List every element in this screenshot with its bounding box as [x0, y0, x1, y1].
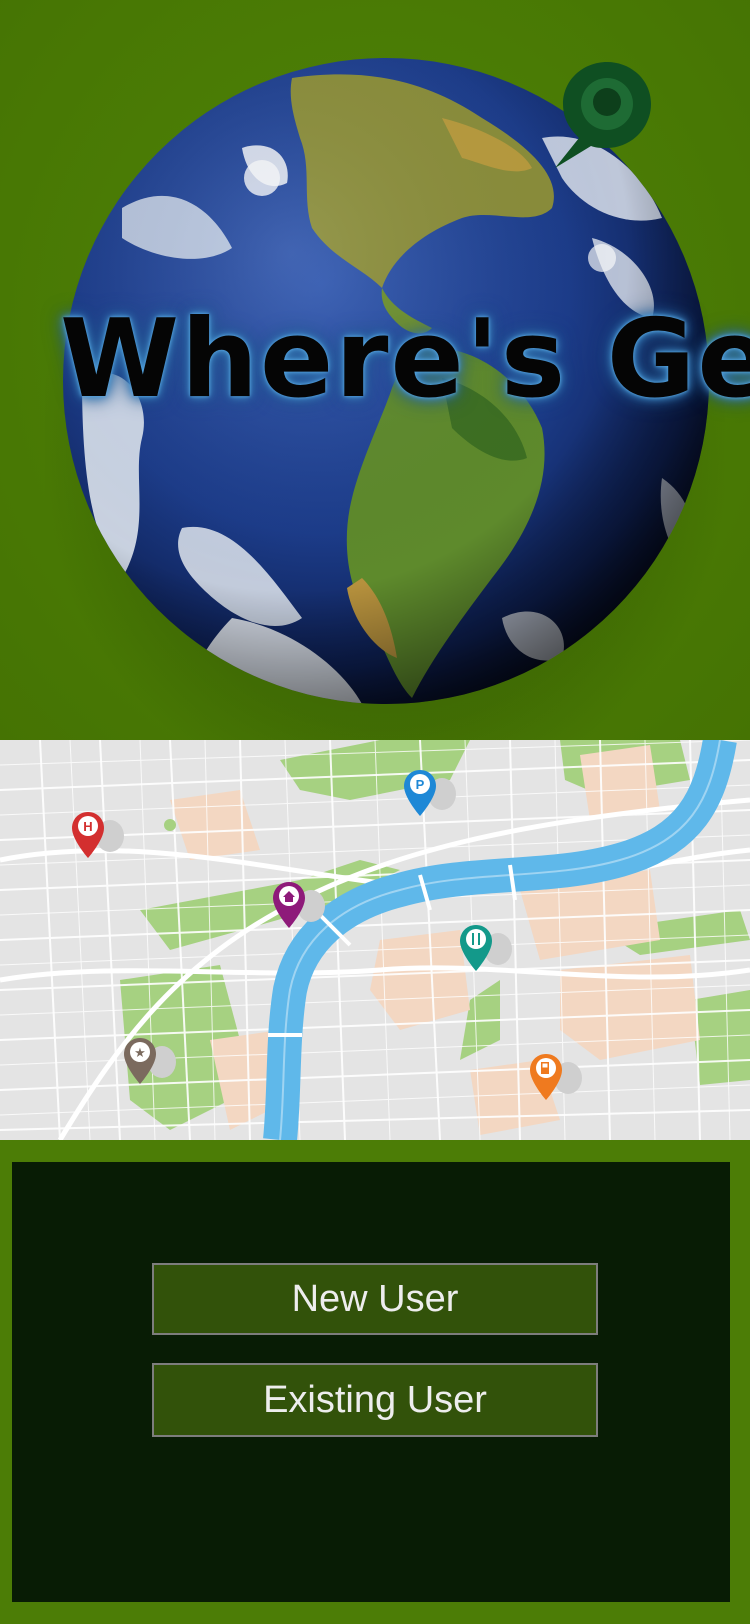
svg-text:H: H — [83, 819, 92, 834]
fuel-pin-icon — [530, 1054, 582, 1100]
new-user-button[interactable]: New User — [152, 1263, 598, 1335]
svg-text:★: ★ — [134, 1046, 146, 1061]
location-pin-icon — [555, 62, 651, 168]
hero-banner: Where's Geo — [0, 0, 750, 740]
existing-user-button[interactable]: Existing User — [152, 1363, 598, 1437]
login-action-panel: New User Existing User — [12, 1162, 730, 1602]
map-graphic — [0, 740, 750, 1140]
city-map-illustration: H P ★ — [0, 740, 750, 1140]
app-logo-title: Where's Geo — [60, 297, 750, 422]
restaurant-pin-icon — [460, 925, 512, 971]
parking-pin-icon: P — [404, 770, 456, 816]
attraction-pin-icon: ★ — [124, 1038, 176, 1084]
hospital-pin-icon: H — [72, 812, 124, 858]
home-pin-icon — [273, 882, 325, 928]
svg-text:P: P — [416, 777, 425, 792]
